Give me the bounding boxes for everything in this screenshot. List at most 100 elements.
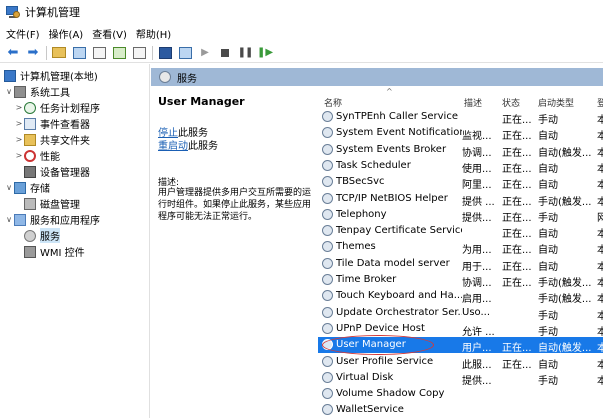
service-name-cell: TCP/IP NetBIOS Helper bbox=[322, 192, 462, 204]
service-row[interactable]: User Profile Service 此服... 正在... 自动 本 bbox=[318, 354, 603, 371]
start-service-icon[interactable]: ▶ bbox=[197, 45, 213, 61]
tree-item-services-and-apps[interactable]: ∨ 服务和应用程序 bbox=[4, 212, 100, 227]
menu-file[interactable]: 文件(F) bbox=[6, 26, 40, 41]
service-gear-icon bbox=[322, 241, 333, 253]
service-gear-icon bbox=[322, 404, 333, 416]
service-row[interactable]: Task Scheduler 使用... 正在... 自动 本 bbox=[318, 158, 603, 175]
tree-item-system-tools[interactable]: ∨ 系统工具 bbox=[4, 84, 70, 99]
service-row[interactable]: Tile Data model server 用于... 正在... 自动 本 bbox=[318, 256, 603, 273]
tree-item-task-scheduler[interactable]: > 任务计划程序 bbox=[14, 100, 100, 115]
title-bar: 计算机管理 bbox=[0, 0, 603, 24]
tree-item-services[interactable]: 服务 bbox=[24, 228, 60, 243]
tree-item-label: 计算机管理(本地) bbox=[20, 72, 98, 83]
menu-action[interactable]: 操作(A) bbox=[49, 26, 84, 41]
service-name: WalletService bbox=[336, 404, 404, 416]
refresh-icon[interactable] bbox=[111, 45, 127, 61]
service-row[interactable]: System Event Notification... 监视... 正在... 自动… bbox=[318, 125, 603, 143]
tree-item-storage[interactable]: ∨ 存储 bbox=[4, 180, 50, 195]
service-row[interactable]: Volume Shadow Copy bbox=[318, 386, 603, 402]
chevron-down-icon[interactable]: ∨ bbox=[4, 87, 14, 96]
service-row[interactable]: Telephony 提供... 正在... 手动 网 bbox=[318, 207, 603, 224]
service-description: 启用... bbox=[462, 294, 492, 306]
service-row[interactable]: Touch Keyboard and Ha... 启用... 手动(触发... 本 bbox=[318, 288, 603, 306]
service-name: User Profile Service bbox=[336, 355, 434, 367]
tree-item-computer-management[interactable]: 计算机管理(本地) bbox=[4, 68, 98, 83]
tree-item-wmi-control[interactable]: WMI 控件 bbox=[24, 244, 85, 259]
toolbar: ⬅ ➡ ▶ ❚❚ ❚▶ bbox=[0, 43, 603, 63]
service-row[interactable]: TCP/IP NetBIOS Helper 提供 ... 正在... 手动(触发...… bbox=[318, 191, 603, 208]
tree-item-label: 共享文件夹 bbox=[40, 136, 90, 147]
computer-management-icon bbox=[6, 5, 20, 19]
service-row[interactable]: Time Broker 协调... 正在... 手动(触发... 本 bbox=[318, 272, 603, 289]
service-name: Tenpay Certificate Service bbox=[336, 225, 462, 237]
storage-icon bbox=[14, 181, 26, 194]
help-icon[interactable] bbox=[157, 45, 173, 61]
back-arrow-icon[interactable]: ⬅ bbox=[5, 45, 21, 61]
restart-service-link[interactable]: 重启动 bbox=[158, 141, 188, 152]
stop-service-icon[interactable] bbox=[217, 45, 233, 61]
service-row[interactable]: Virtual Disk 提供... 手动 本 bbox=[318, 370, 603, 387]
service-startup-type: 自动 bbox=[538, 261, 558, 273]
service-row[interactable]: SynTPEnh Caller Service 正在... 手动 本 bbox=[318, 109, 603, 126]
service-status: 正在... bbox=[502, 131, 532, 143]
service-name: Touch Keyboard and Ha... bbox=[336, 290, 462, 302]
menu-view[interactable]: 查看(V) bbox=[92, 26, 127, 41]
menu-bar: 文件(F) 操作(A) 查看(V) 帮助(H) bbox=[0, 25, 180, 42]
service-gear-icon bbox=[322, 159, 333, 171]
service-startup-type: 自动 bbox=[538, 359, 558, 371]
forward-arrow-icon[interactable]: ➡ bbox=[25, 45, 41, 61]
pause-service-icon[interactable]: ❚❚ bbox=[237, 45, 254, 61]
chevron-down-icon[interactable]: ∨ bbox=[4, 215, 14, 224]
service-name-cell: System Events Broker bbox=[322, 143, 462, 155]
tree-item-device-manager[interactable]: 设备管理器 bbox=[24, 164, 90, 179]
service-description: 用于... bbox=[462, 261, 492, 273]
export-list-icon[interactable] bbox=[131, 45, 147, 61]
service-name: Themes bbox=[336, 241, 376, 253]
service-row[interactable]: Update Orchestrator Ser... Uso... 手动 本 bbox=[318, 305, 603, 322]
restart-service-icon[interactable]: ❚▶ bbox=[257, 45, 273, 61]
description-text: 用户管理器提供多用户交互所需要的运行时组件。如果停止此服务，某些应用程序可能无法… bbox=[158, 188, 312, 222]
show-hide-tree-icon[interactable] bbox=[71, 45, 87, 61]
service-name: Time Broker bbox=[336, 274, 397, 285]
service-logon-as: 本 bbox=[597, 261, 603, 273]
tree-item-event-viewer[interactable]: > 事件查看器 bbox=[14, 116, 90, 131]
up-folder-icon[interactable] bbox=[51, 45, 67, 61]
chevron-down-icon[interactable]: ∨ bbox=[4, 183, 14, 192]
tree-item-shared-folders[interactable]: > 共享文件夹 bbox=[14, 132, 90, 147]
service-name: System Events Broker bbox=[336, 143, 447, 155]
service-row[interactable]: TBSecSvc 阿里... 正在... 自动 本 bbox=[318, 174, 603, 191]
tree-item-disk-management[interactable]: 磁盘管理 bbox=[24, 196, 80, 211]
service-name: Update Orchestrator Ser... bbox=[336, 306, 462, 318]
service-gear-icon bbox=[322, 388, 333, 400]
service-logon-as: 本 bbox=[597, 147, 603, 159]
service-startup-type: 自动 bbox=[538, 245, 558, 257]
chevron-right-icon[interactable]: > bbox=[14, 135, 24, 144]
service-startup-type: 自动(触发... bbox=[538, 343, 592, 355]
chevron-right-icon[interactable]: > bbox=[14, 119, 24, 128]
menu-help[interactable]: 帮助(H) bbox=[136, 26, 171, 41]
service-row[interactable]: Themes 为用... 正在... 自动 本 bbox=[318, 239, 603, 257]
service-row[interactable]: Tenpay Certificate Service 正在... 自动 本 bbox=[318, 223, 603, 241]
service-gear-icon bbox=[322, 306, 333, 318]
service-gear-icon bbox=[322, 257, 333, 269]
service-status: 正在... bbox=[502, 261, 532, 273]
chevron-right-icon[interactable]: > bbox=[14, 103, 24, 112]
navigation-tree: 计算机管理(本地) ∨ 系统工具 > 任务计划程序 > 事件查看器 > 共享文件… bbox=[0, 64, 150, 418]
chevron-right-icon[interactable]: > bbox=[14, 151, 24, 160]
properties-icon[interactable] bbox=[91, 45, 107, 61]
show-console-icon[interactable] bbox=[177, 45, 193, 61]
tree-item-label: 服务 bbox=[40, 228, 60, 243]
service-logon-as: 本 bbox=[597, 229, 603, 241]
service-name-cell: System Event Notification... bbox=[322, 127, 462, 139]
service-logon-as: 本 bbox=[597, 115, 603, 126]
service-row[interactable]: WalletService bbox=[318, 402, 603, 418]
tree-item-performance[interactable]: > 性能 bbox=[14, 148, 60, 163]
service-row[interactable]: System Events Broker 协调... 正在... 自动(触发... 本 bbox=[318, 142, 603, 159]
service-name: Volume Shadow Copy bbox=[336, 388, 445, 400]
annotation-ellipse bbox=[322, 335, 434, 355]
service-name: Task Scheduler bbox=[336, 159, 411, 171]
service-description: 协调... bbox=[462, 147, 492, 159]
service-startup-type: 自动 bbox=[538, 131, 558, 143]
clock-icon bbox=[24, 101, 36, 114]
service-logon-as: 本 bbox=[597, 294, 603, 306]
